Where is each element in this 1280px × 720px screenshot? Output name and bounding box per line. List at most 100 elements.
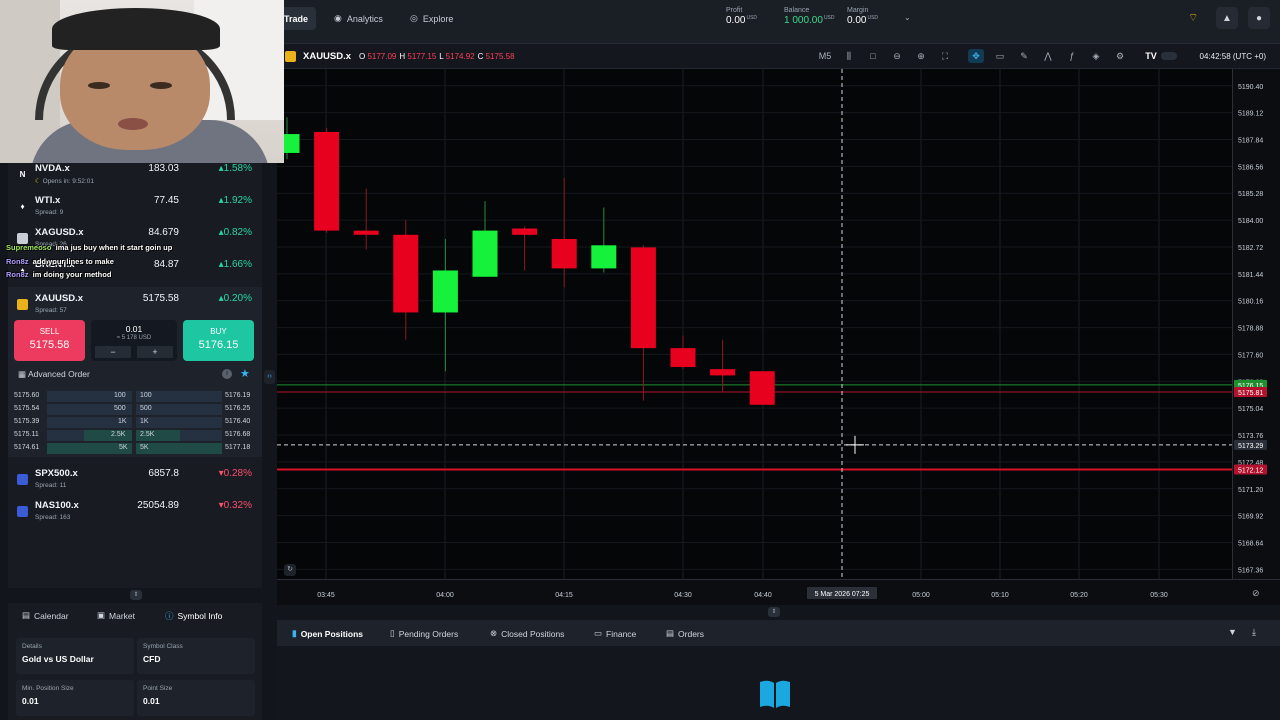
tab-explore[interactable]: ◎ Explore xyxy=(402,7,461,30)
watchlist-row-spx500[interactable]: SPX500.x Spread: 11 6857.8 ▾0.28% xyxy=(8,465,262,497)
tab-finance[interactable]: ▭ Finance xyxy=(594,628,636,639)
pencil-icon[interactable]: ✎ xyxy=(1016,49,1032,63)
webcam-overlay xyxy=(0,0,284,163)
tab-closed-positions[interactable]: ⊗ Closed Positions xyxy=(490,628,564,639)
compass-icon: ◎ xyxy=(410,13,418,23)
buy-button[interactable]: BUY 5176.15 xyxy=(183,320,254,361)
list-icon: ▤ xyxy=(666,628,675,638)
price-tick-label: 5189.12 xyxy=(1238,111,1263,118)
watchlist-row-nas100[interactable]: NAS100.x Spread: 163 25054.89 ▾0.32% xyxy=(8,497,262,529)
chart-symbol[interactable]: XAUUSD.x xyxy=(303,51,351,62)
panel-resize-handle[interactable]: ⇕ xyxy=(130,590,142,600)
bell-icon[interactable]: ▲ xyxy=(1216,7,1238,29)
price-tick-label: 5185.28 xyxy=(1238,191,1263,198)
layers-icon[interactable]: ◈ xyxy=(1088,49,1104,63)
order-book-row[interactable]: 5175.60 100 100 5176.19 xyxy=(14,390,254,403)
price-tick-label: 5173.76 xyxy=(1238,433,1263,440)
price-tick-label: 5184.00 xyxy=(1238,218,1263,225)
order-book-row[interactable]: 5175.39 1K 1K 5176.40 xyxy=(14,416,254,429)
axis-settings-icon[interactable]: ⊘ xyxy=(1252,588,1260,599)
timeframe-selector[interactable]: M5 xyxy=(815,49,835,63)
price-tick-label: 5182.72 xyxy=(1238,245,1263,252)
price-tag-label: 5173.29 xyxy=(1238,443,1263,450)
oil-drop-icon: ♦ xyxy=(20,202,25,211)
chat-message: Supremeoso ima jus buy when it start goi… xyxy=(6,243,173,252)
candle xyxy=(393,234,419,313)
price-tick-label: 5167.36 xyxy=(1238,567,1263,574)
document-icon: ▯ xyxy=(390,628,395,638)
tab-open-positions[interactable]: ▮ Open Positions xyxy=(292,628,363,639)
box-icon[interactable]: □ xyxy=(865,49,881,63)
close-icon: ⊗ xyxy=(490,628,498,638)
time-tick-label: 04:30 xyxy=(674,592,692,599)
filter-icon[interactable]: ▼ xyxy=(1228,627,1237,637)
info-icon: ⓘ xyxy=(165,610,174,621)
download-icon[interactable]: ⤓ xyxy=(1252,627,1256,638)
crosshair-icon[interactable]: ✥ xyxy=(968,49,984,63)
tab-orders[interactable]: ▤ Orders xyxy=(666,628,704,639)
price-tag-label: 5175.81 xyxy=(1238,390,1263,397)
star-icon[interactable]: ★ xyxy=(240,367,250,380)
advanced-order-toggle[interactable]: ▦ Advanced Order xyxy=(18,369,90,380)
quantity-stepper[interactable]: 0.01 ≈ 5 178 USD − + xyxy=(91,320,177,361)
info-icon[interactable]: i xyxy=(222,369,232,379)
zoom-in-icon[interactable]: ⊕ xyxy=(913,49,929,63)
price-axis[interactable]: 5190.40 5189.12 5187.84 5186.56 5185.28 5184.… xyxy=(1232,69,1280,579)
panel-toggle-arrow[interactable]: ‹› xyxy=(264,370,275,384)
tradingview-icon: TV xyxy=(1145,51,1157,61)
order-book-row[interactable]: 5174.61 5K 5K 5177.18 xyxy=(14,442,254,455)
time-tick-label: 03:45 xyxy=(317,592,335,599)
chart-header: XAUUSD.x O 5177.09 H 5177.15 L 5174.92 C 51… xyxy=(277,44,1280,69)
price-tick-label: 5168.64 xyxy=(1238,540,1263,547)
tab-market[interactable]: ▣ Market xyxy=(97,608,135,623)
us-flag-icon xyxy=(17,506,28,517)
price-tick-label: 5178.88 xyxy=(1238,326,1263,333)
candlestick-chart xyxy=(277,69,1232,579)
candle xyxy=(314,131,340,231)
candle-type-icon[interactable]: ⫼ xyxy=(841,49,857,63)
gold-icon xyxy=(285,51,296,62)
gear-icon[interactable]: ⚙ xyxy=(1112,49,1128,63)
tab-analytics[interactable]: ◉ Analytics xyxy=(326,7,391,30)
watchlist-row-wti[interactable]: ♦ WTI.x Spread: 9 77.45 ▴1.92% xyxy=(8,192,262,224)
price-chart[interactable] xyxy=(277,69,1232,579)
min-position-card: Min. Position Size 0.01 xyxy=(16,680,134,716)
price-tick-label: 5180.16 xyxy=(1238,299,1263,306)
watchlist-row-xauusd[interactable]: XAUUSD.x Spread: 57 5175.58 ▴0.20% xyxy=(8,290,262,322)
price-tick-label: 5171.20 xyxy=(1238,487,1263,494)
symbol-class-card: Symbol Class CFD xyxy=(137,638,255,674)
increase-button[interactable]: + xyxy=(137,346,173,358)
crosshair-time-label: 5 Mar 2026 07:25 xyxy=(815,591,870,598)
chat-message: Ron8z add your lines to make xyxy=(6,257,114,266)
user-icon[interactable]: ● xyxy=(1248,7,1270,29)
nvda-icon: N xyxy=(19,170,26,179)
price-tick-label: 5186.56 xyxy=(1238,164,1263,171)
tab-calendar[interactable]: ▤ Calendar xyxy=(22,608,69,623)
panel-resize-handle[interactable]: ⇕ xyxy=(768,607,780,617)
tab-symbol-info[interactable]: ⓘ Symbol Info xyxy=(165,608,222,623)
price-tick-label: 5187.84 xyxy=(1238,138,1263,145)
time-tick-label: 05:00 xyxy=(912,592,930,599)
indicator-icon[interactable]: ⋀ xyxy=(1040,49,1056,63)
watchlist-row-nvda[interactable]: N NVDA.x ☾ Opens in: 9:52:01 183.03 ▴1.5… xyxy=(8,160,262,192)
fullscreen-icon[interactable]: ⛶ xyxy=(937,49,953,63)
order-book-row[interactable]: 5175.11 2.5K 2.5K 5176.68 xyxy=(14,429,254,442)
market-icon: ▣ xyxy=(97,610,106,620)
horizontal-line-icon[interactable]: ▭ xyxy=(992,49,1008,63)
wallet-icon: ▭ xyxy=(594,628,603,638)
balance-stat: Balance 1 000.00USD xyxy=(784,7,835,26)
tab-pending-orders[interactable]: ▯ Pending Orders xyxy=(390,628,458,639)
time-axis[interactable]: 03:45 04:00 04:15 04:30 04:40 05:00 05:10 05:20… xyxy=(277,579,1280,605)
zoom-out-icon[interactable]: ⊖ xyxy=(889,49,905,63)
sell-button[interactable]: SELL 5175.58 xyxy=(14,320,85,361)
signal-icon: ⌔ xyxy=(1188,12,1199,24)
fx-icon[interactable]: ƒ xyxy=(1064,49,1080,63)
us-flag-icon xyxy=(17,474,28,485)
decrease-button[interactable]: − xyxy=(95,346,131,358)
price-tick-label: 5175.04 xyxy=(1238,406,1263,413)
order-book-row[interactable]: 5175.54 500 500 5176.25 xyxy=(14,403,254,416)
account-dropdown-icon[interactable]: ⌄ xyxy=(904,13,911,22)
time-tick-label: 05:10 xyxy=(991,592,1009,599)
toggle-switch[interactable] xyxy=(1161,52,1177,60)
reset-chart-icon[interactable]: ↻ xyxy=(284,564,296,576)
